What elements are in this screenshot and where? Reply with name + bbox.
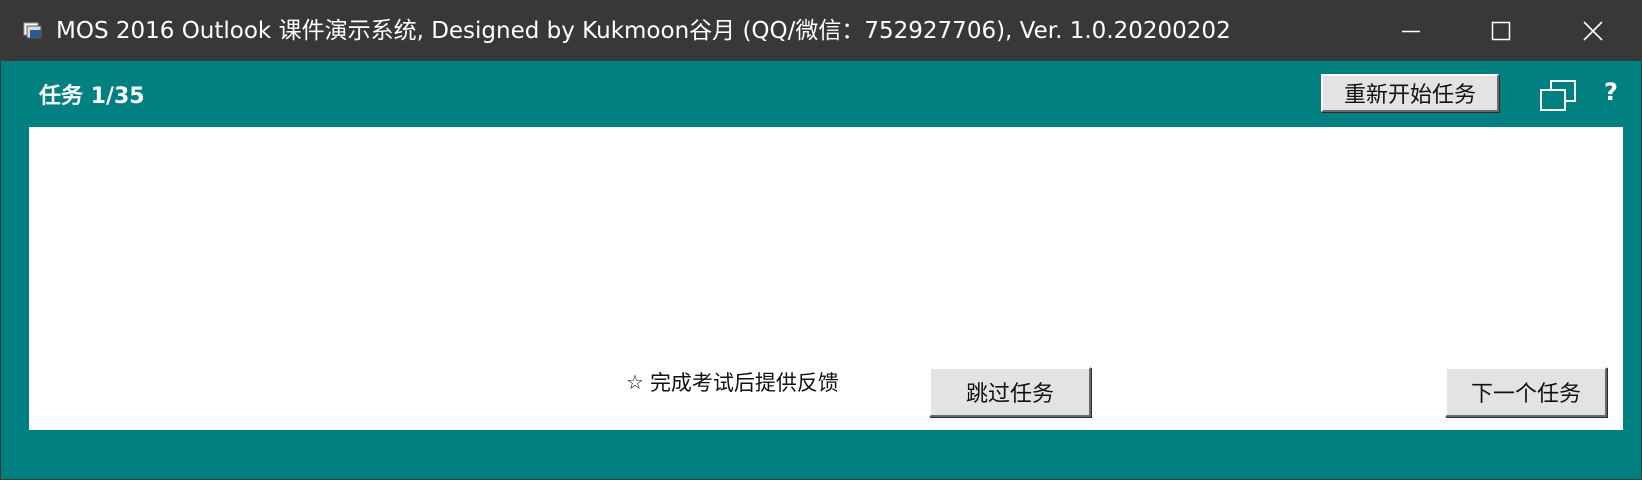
restore-window-icon[interactable] bbox=[1538, 79, 1578, 113]
close-button[interactable] bbox=[1547, 1, 1639, 61]
maximize-button[interactable] bbox=[1455, 1, 1547, 61]
app-icon bbox=[23, 22, 42, 39]
window-title: MOS 2016 Outlook 课件演示系统, Designed by Kuk… bbox=[56, 18, 1231, 44]
feedback-link[interactable]: ☆ 完成考试后提供反馈 bbox=[626, 367, 839, 397]
close-icon bbox=[1583, 21, 1603, 41]
minimize-icon bbox=[1402, 30, 1420, 33]
restart-task-button[interactable]: 重新开始任务 bbox=[1321, 74, 1499, 112]
task-header: 任务 1/35 重新开始任务 ? bbox=[1, 61, 1641, 127]
help-icon[interactable]: ? bbox=[1599, 77, 1623, 107]
next-task-button[interactable]: 下一个任务 bbox=[1445, 367, 1607, 417]
app-window: MOS 2016 Outlook 课件演示系统, Designed by Kuk… bbox=[0, 0, 1642, 480]
task-content-panel: ☆ 完成考试后提供反馈 跳过任务 下一个任务 bbox=[29, 127, 1623, 430]
title-bar[interactable]: MOS 2016 Outlook 课件演示系统, Designed by Kuk… bbox=[1, 1, 1641, 61]
minimize-button[interactable] bbox=[1365, 1, 1457, 61]
maximize-icon bbox=[1491, 21, 1511, 41]
star-icon: ☆ bbox=[626, 370, 644, 394]
skip-task-button[interactable]: 跳过任务 bbox=[929, 367, 1091, 417]
task-progress-label: 任务 1/35 bbox=[39, 84, 145, 109]
feedback-label: 完成考试后提供反馈 bbox=[649, 371, 839, 395]
